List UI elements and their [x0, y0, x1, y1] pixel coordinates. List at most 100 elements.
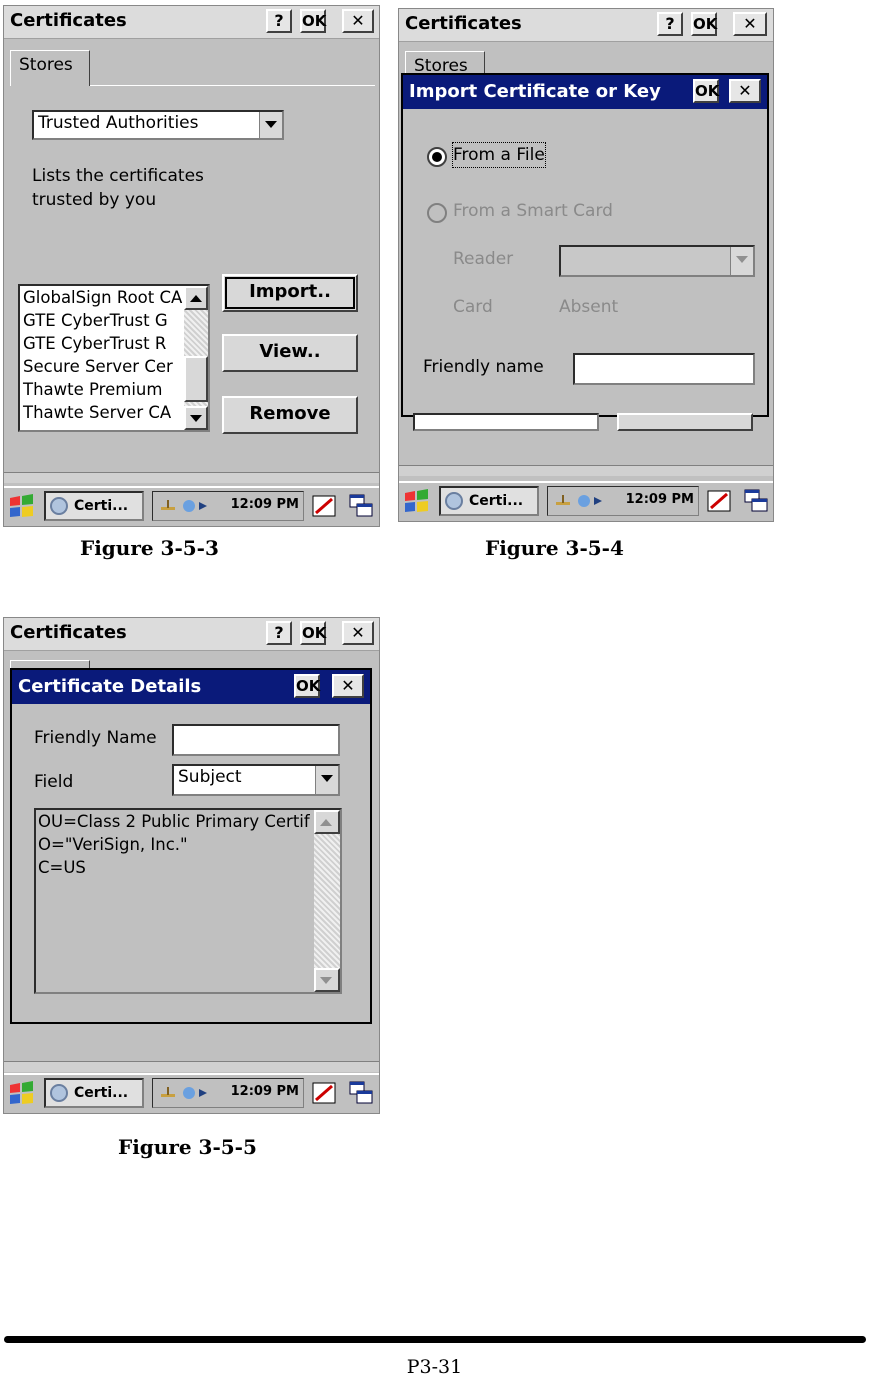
import-dialog: Import Certificate or Key OK ✕ From a Fi…: [401, 73, 769, 417]
help-button[interactable]: ?: [266, 9, 292, 33]
clock[interactable]: 12:09 PM: [231, 1084, 299, 1099]
dialog-titlebar: Certificate Details OK ✕: [12, 670, 370, 704]
list-item[interactable]: Secure Server Cer: [20, 355, 208, 378]
friendly-name-input[interactable]: [172, 724, 340, 756]
connection-icon[interactable]: [181, 1085, 211, 1101]
system-tray: 12:09 PM: [152, 491, 304, 521]
taskbar: Certi... 12:09 PM: [4, 1073, 379, 1113]
view-button[interactable]: View..: [222, 334, 358, 372]
help-button[interactable]: ?: [657, 12, 683, 36]
close-button[interactable]: ✕: [342, 9, 374, 33]
friendly-name-label: Friendly name: [423, 357, 544, 377]
store-select[interactable]: Trusted Authorities: [32, 110, 284, 140]
clock[interactable]: 12:09 PM: [231, 497, 299, 512]
network-icon[interactable]: [159, 1085, 177, 1099]
taskbar-app-label: Certi...: [74, 498, 129, 514]
taskbar: Certi... 12:09 PM: [399, 481, 773, 521]
card-label: Card: [453, 297, 493, 317]
tab-stores[interactable]: Stores: [10, 50, 90, 86]
details-dialog: Certificate Details OK ✕ Friendly Name F…: [10, 668, 372, 1024]
from-file-label[interactable]: From a File: [452, 142, 546, 168]
ok-button[interactable]: OK: [300, 621, 326, 645]
page-number: P3-31: [406, 1356, 463, 1378]
scroll-up-icon[interactable]: [184, 286, 208, 310]
scroll-down-icon[interactable]: [314, 968, 340, 992]
window-titlebar: Certificates ? OK ✕: [399, 9, 773, 42]
list-scrollbar[interactable]: [184, 286, 208, 430]
dialog-close-button[interactable]: ✕: [729, 79, 761, 103]
taskbar-app-label: Certi...: [469, 493, 524, 509]
remove-button[interactable]: Remove: [222, 396, 358, 434]
list-item[interactable]: Thawte Premium: [20, 378, 208, 401]
taskbar-app-label: Certi...: [74, 1085, 129, 1101]
help-button[interactable]: ?: [266, 621, 292, 645]
horizontal-scrollbar[interactable]: [4, 1061, 379, 1072]
field-select-value: Subject: [178, 767, 242, 787]
ok-button[interactable]: OK: [300, 9, 326, 33]
ok-button[interactable]: OK: [691, 12, 717, 36]
horizontal-scrollbar[interactable]: [4, 472, 379, 483]
screenshot-certificate-details: Certificates ? OK ✕ Certificate Details …: [3, 617, 380, 1114]
tab-label: Stores: [19, 55, 73, 75]
scroll-up-icon[interactable]: [314, 810, 340, 834]
store-description-line-2: trusted by you: [32, 190, 157, 210]
show-desktop-icon[interactable]: [741, 486, 771, 516]
show-desktop-icon[interactable]: [346, 491, 376, 521]
dialog-title: Certificate Details: [18, 676, 202, 697]
scroll-down-icon[interactable]: [184, 406, 208, 430]
gear-icon: [50, 497, 68, 515]
dialog-ok-button[interactable]: OK: [294, 674, 320, 698]
card-status: Absent: [559, 297, 619, 317]
network-icon[interactable]: [159, 498, 177, 512]
list-item[interactable]: Thawte Server CA: [20, 401, 208, 424]
network-icon[interactable]: [554, 493, 572, 507]
system-tray: 12:09 PM: [152, 1078, 304, 1108]
certificate-list[interactable]: GlobalSign Root CA GTE CyberTrust G GTE …: [18, 284, 210, 432]
gear-icon: [445, 492, 463, 510]
windows-start-icon[interactable]: [7, 492, 37, 520]
radio-from-smart-card[interactable]: [427, 203, 447, 223]
list-item[interactable]: GTE CyberTrust R: [20, 332, 208, 355]
windows-start-icon[interactable]: [7, 1079, 37, 1107]
taskbar-app-button[interactable]: Certi...: [44, 1078, 144, 1108]
window-titlebar: Certificates ? OK ✕: [4, 618, 379, 651]
window-title: Certificates: [405, 13, 522, 34]
friendly-name-label: Friendly Name: [34, 728, 157, 748]
import-button[interactable]: Import..: [222, 274, 358, 312]
input-panel-icon[interactable]: [310, 1078, 340, 1108]
taskbar-app-button[interactable]: Certi...: [439, 486, 539, 516]
connection-icon[interactable]: [576, 493, 606, 509]
footer-divider: [4, 1336, 866, 1343]
details-line: OU=Class 2 Public Primary Certif: [38, 812, 310, 831]
list-item[interactable]: GTE CyberTrust G: [20, 309, 208, 332]
list-item[interactable]: GlobalSign Root CA: [20, 286, 208, 309]
close-button[interactable]: ✕: [342, 621, 374, 645]
show-desktop-icon[interactable]: [346, 1078, 376, 1108]
windows-start-icon[interactable]: [402, 487, 432, 515]
input-panel-icon[interactable]: [705, 486, 735, 516]
chevron-down-icon: [259, 112, 282, 138]
taskbar-app-button[interactable]: Certi...: [44, 491, 144, 521]
horizontal-scrollbar[interactable]: [399, 465, 773, 476]
certificate-details-box[interactable]: OU=Class 2 Public Primary Certif O="Veri…: [34, 808, 342, 994]
dialog-titlebar: Import Certificate or Key OK ✕: [403, 75, 767, 109]
chevron-down-icon: [315, 766, 338, 794]
dialog-ok-button[interactable]: OK: [693, 79, 719, 103]
clock[interactable]: 12:09 PM: [626, 492, 694, 507]
field-select[interactable]: Subject: [172, 764, 340, 796]
radio-from-file[interactable]: [427, 147, 447, 167]
screenshot-certificates-stores: Certificates ? OK ✕ Stores Trusted Autho…: [3, 5, 380, 527]
from-smart-card-label[interactable]: From a Smart Card: [453, 199, 613, 223]
window-title: Certificates: [10, 10, 127, 31]
input-panel-icon[interactable]: [310, 491, 340, 521]
close-button[interactable]: ✕: [733, 12, 767, 36]
figure-caption: Figure 3-5-3: [80, 536, 219, 560]
friendly-name-input[interactable]: [573, 353, 755, 385]
reader-select[interactable]: [559, 245, 755, 277]
scroll-thumb[interactable]: [184, 356, 208, 402]
details-line: O="VeriSign, Inc.": [38, 835, 188, 854]
connection-icon[interactable]: [181, 498, 211, 514]
chevron-down-icon: [730, 247, 753, 275]
details-scrollbar[interactable]: [314, 810, 340, 992]
dialog-close-button[interactable]: ✕: [332, 674, 364, 698]
